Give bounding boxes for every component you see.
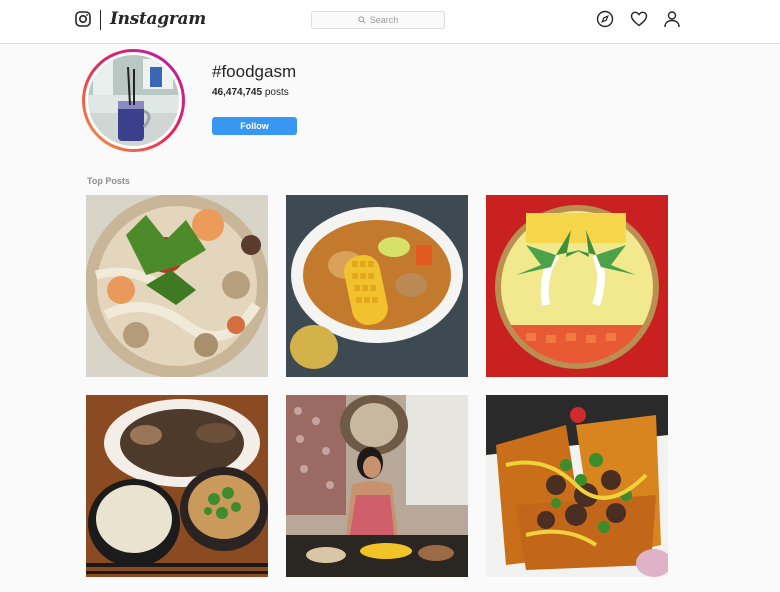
follow-button[interactable]: Follow (212, 117, 297, 135)
post-thumbnail[interactable] (86, 395, 268, 577)
instagram-glyph-icon[interactable] (75, 11, 91, 27)
explore-icon[interactable] (596, 10, 614, 28)
post-thumbnail[interactable] (86, 195, 268, 377)
post-count: 46,474,745 posts (212, 87, 289, 98)
top-posts-heading: Top Posts (87, 176, 130, 186)
post-thumbnail[interactable] (286, 395, 468, 577)
hashtag-avatar (82, 49, 185, 152)
search-placeholder: Search (369, 15, 399, 25)
search-icon (358, 16, 366, 24)
post-thumbnail[interactable] (286, 195, 468, 377)
heart-icon[interactable] (630, 10, 648, 28)
post-thumbnail[interactable] (486, 395, 668, 577)
hashtag-title: #foodgasm (212, 62, 297, 81)
search-input[interactable]: Search (311, 11, 445, 29)
post-count-number: 46,474,745 (212, 87, 263, 98)
profile-icon[interactable] (663, 10, 681, 28)
logo-divider (100, 10, 101, 30)
instagram-wordmark[interactable]: Instagram (110, 9, 206, 29)
avatar-drink-image (88, 55, 179, 146)
post-thumbnail[interactable] (486, 195, 668, 377)
post-count-suffix: posts (264, 87, 289, 98)
top-nav-bar: Instagram Search (0, 0, 780, 44)
